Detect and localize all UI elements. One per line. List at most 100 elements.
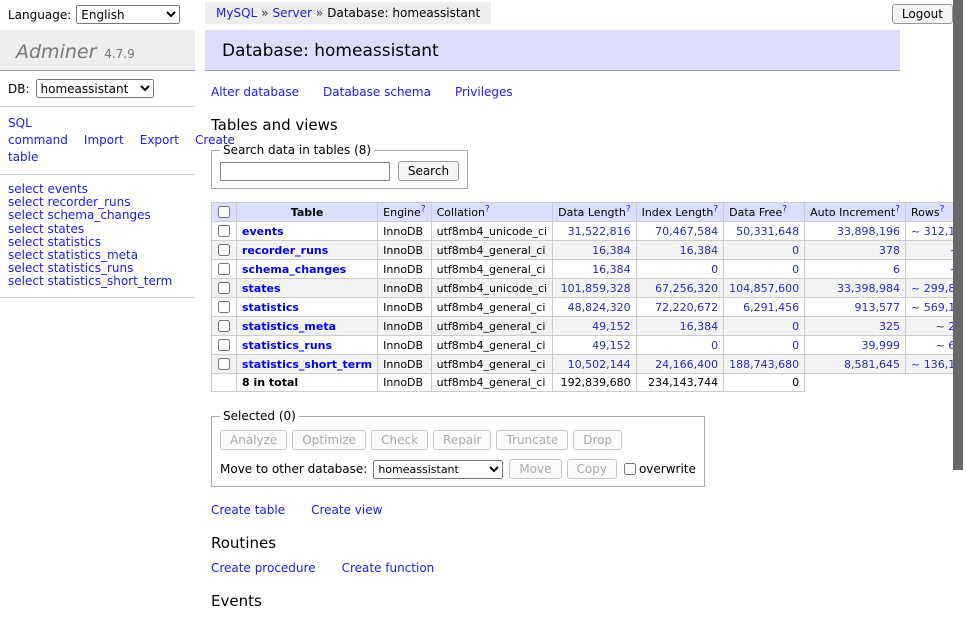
footer-data-length: 192,839,680: [553, 374, 636, 392]
routine-links: Create procedure Create function: [211, 561, 900, 575]
table-name-link[interactable]: statistics_meta: [242, 320, 336, 333]
data-free-cell: 6,291,456: [724, 298, 805, 317]
db-links: Alter database Database schema Privileges: [211, 85, 900, 99]
auto-increment-cell: 325: [805, 317, 906, 336]
select-all-checkbox[interactable]: [218, 206, 230, 218]
check-button[interactable]: Check: [371, 430, 428, 450]
row-checkbox[interactable]: [218, 358, 230, 370]
sidebar-menu-link[interactable]: Export: [140, 133, 179, 147]
table-row: schema_changesInnoDButf8mb4_general_ci16…: [212, 260, 966, 279]
analyze-button[interactable]: Analyze: [220, 430, 287, 450]
table-row: statistics_metaInnoDButf8mb4_general_ci4…: [212, 317, 966, 336]
row-checkbox[interactable]: [218, 301, 230, 313]
repair-button[interactable]: Repair: [433, 430, 491, 450]
table-name-link[interactable]: events: [242, 225, 284, 238]
db-action-link[interactable]: Database schema: [323, 85, 431, 99]
collation-cell: utf8mb4_general_ci: [431, 317, 552, 336]
engine-cell: InnoDB: [378, 355, 431, 374]
table-name-link[interactable]: recorder_runs: [242, 244, 328, 257]
tables-overview-table: TableEngine?Collation?Data Length?Index …: [211, 202, 966, 392]
search-button[interactable]: Search: [398, 161, 459, 181]
language-label: Language:: [8, 8, 71, 22]
sidebar-menu-link[interactable]: SQL command: [8, 116, 68, 147]
help-link[interactable]: ?: [713, 204, 718, 214]
row-checkbox[interactable]: [218, 282, 230, 294]
engine-cell: InnoDB: [378, 336, 431, 355]
table-name-link[interactable]: schema_changes: [242, 263, 346, 276]
footer-index-length: 234,143,744: [636, 374, 724, 392]
page-title: Database: homeassistant: [205, 30, 900, 71]
events-heading: Events: [211, 592, 900, 610]
table-head-row: TableEngine?Collation?Data Length?Index …: [212, 203, 966, 222]
routine-link[interactable]: Create procedure: [211, 561, 316, 575]
footer-blank: [805, 374, 906, 392]
collation-cell: utf8mb4_general_ci: [431, 336, 552, 355]
sidebar-select-link[interactable]: select states: [8, 223, 187, 236]
collation-cell: utf8mb4_unicode_ci: [431, 279, 552, 298]
create-link[interactable]: Create table: [211, 503, 285, 517]
move-database-select[interactable]: homeassistant: [373, 460, 503, 479]
breadcrumb-link-server[interactable]: Server: [273, 6, 312, 20]
table-name-link[interactable]: statistics_short_term: [242, 358, 372, 371]
auto-increment-cell: 33,398,984: [805, 279, 906, 298]
column-header-data-length: Data Length?: [553, 203, 636, 222]
index-length-cell: 16,384: [636, 241, 724, 260]
table-name-link[interactable]: statistics: [242, 301, 299, 314]
help-link[interactable]: ?: [895, 204, 900, 214]
create-link[interactable]: Create view: [311, 503, 382, 517]
table-name-link[interactable]: statistics_runs: [242, 339, 332, 352]
move-label: Move to other database:: [220, 462, 367, 476]
optimize-button[interactable]: Optimize: [292, 430, 366, 450]
truncate-button[interactable]: Truncate: [496, 430, 568, 450]
search-input[interactable]: [220, 162, 390, 181]
sidebar-menu-link[interactable]: Import: [84, 133, 124, 147]
data-free-cell: 104,857,600: [724, 279, 805, 298]
table-name-link[interactable]: states: [242, 282, 281, 295]
footer-engine: InnoDB: [378, 374, 431, 392]
row-checkbox[interactable]: [218, 244, 230, 256]
index-length-cell: 67,256,320: [636, 279, 724, 298]
db-label: DB:: [8, 82, 30, 96]
search-fieldset: Search data in tables (8) Search: [211, 143, 468, 189]
logout-button[interactable]: Logout: [892, 4, 953, 24]
data-length-cell: 101,859,328: [553, 279, 636, 298]
move-button[interactable]: Move: [509, 459, 561, 479]
help-link[interactable]: ?: [421, 204, 426, 214]
copy-button[interactable]: Copy: [567, 459, 617, 479]
db-action-link[interactable]: Alter database: [211, 85, 299, 99]
row-checkbox[interactable]: [218, 320, 230, 332]
help-link[interactable]: ?: [940, 204, 945, 214]
db-action-link[interactable]: Privileges: [455, 85, 513, 99]
auto-increment-cell: 6: [805, 260, 906, 279]
column-header-index-length: Index Length?: [636, 203, 724, 222]
breadcrumb-link-mysql[interactable]: MySQL: [216, 6, 257, 20]
engine-cell: InnoDB: [378, 260, 431, 279]
db-select[interactable]: homeassistant: [36, 79, 154, 98]
row-checkbox[interactable]: [218, 225, 230, 237]
sidebar-select-link[interactable]: select schema_changes: [8, 209, 187, 222]
routine-link[interactable]: Create function: [342, 561, 435, 575]
sidebar-select-link[interactable]: select statistics_short_term: [8, 275, 187, 288]
overwrite-checkbox[interactable]: [624, 463, 636, 475]
table-row: statisticsInnoDButf8mb4_general_ci48,824…: [212, 298, 966, 317]
data-length-cell: 48,824,320: [553, 298, 636, 317]
table-row: statistics_short_termInnoDButf8mb4_gener…: [212, 355, 966, 374]
language-select[interactable]: English: [76, 5, 180, 24]
sidebar-menu-links: SQL commandImportExportCreate table: [0, 107, 195, 175]
scrollbar-thumb[interactable]: [953, 0, 963, 470]
footer-empty-cell: [212, 374, 237, 392]
collation-cell: utf8mb4_general_ci: [431, 260, 552, 279]
help-link[interactable]: ?: [626, 204, 631, 214]
row-checkbox[interactable]: [218, 339, 230, 351]
index-length-cell: 72,220,672: [636, 298, 724, 317]
help-link[interactable]: ?: [485, 204, 490, 214]
vertical-scrollbar[interactable]: [953, 0, 966, 543]
row-checkbox[interactable]: [218, 263, 230, 275]
drop-button[interactable]: Drop: [573, 430, 622, 450]
collation-cell: utf8mb4_general_ci: [431, 241, 552, 260]
column-header-auto-increment: Auto Increment?: [805, 203, 906, 222]
select-all-cell: [212, 203, 237, 222]
help-link[interactable]: ?: [782, 204, 787, 214]
footer-data-free: 0: [724, 374, 805, 392]
data-free-cell: 0: [724, 317, 805, 336]
